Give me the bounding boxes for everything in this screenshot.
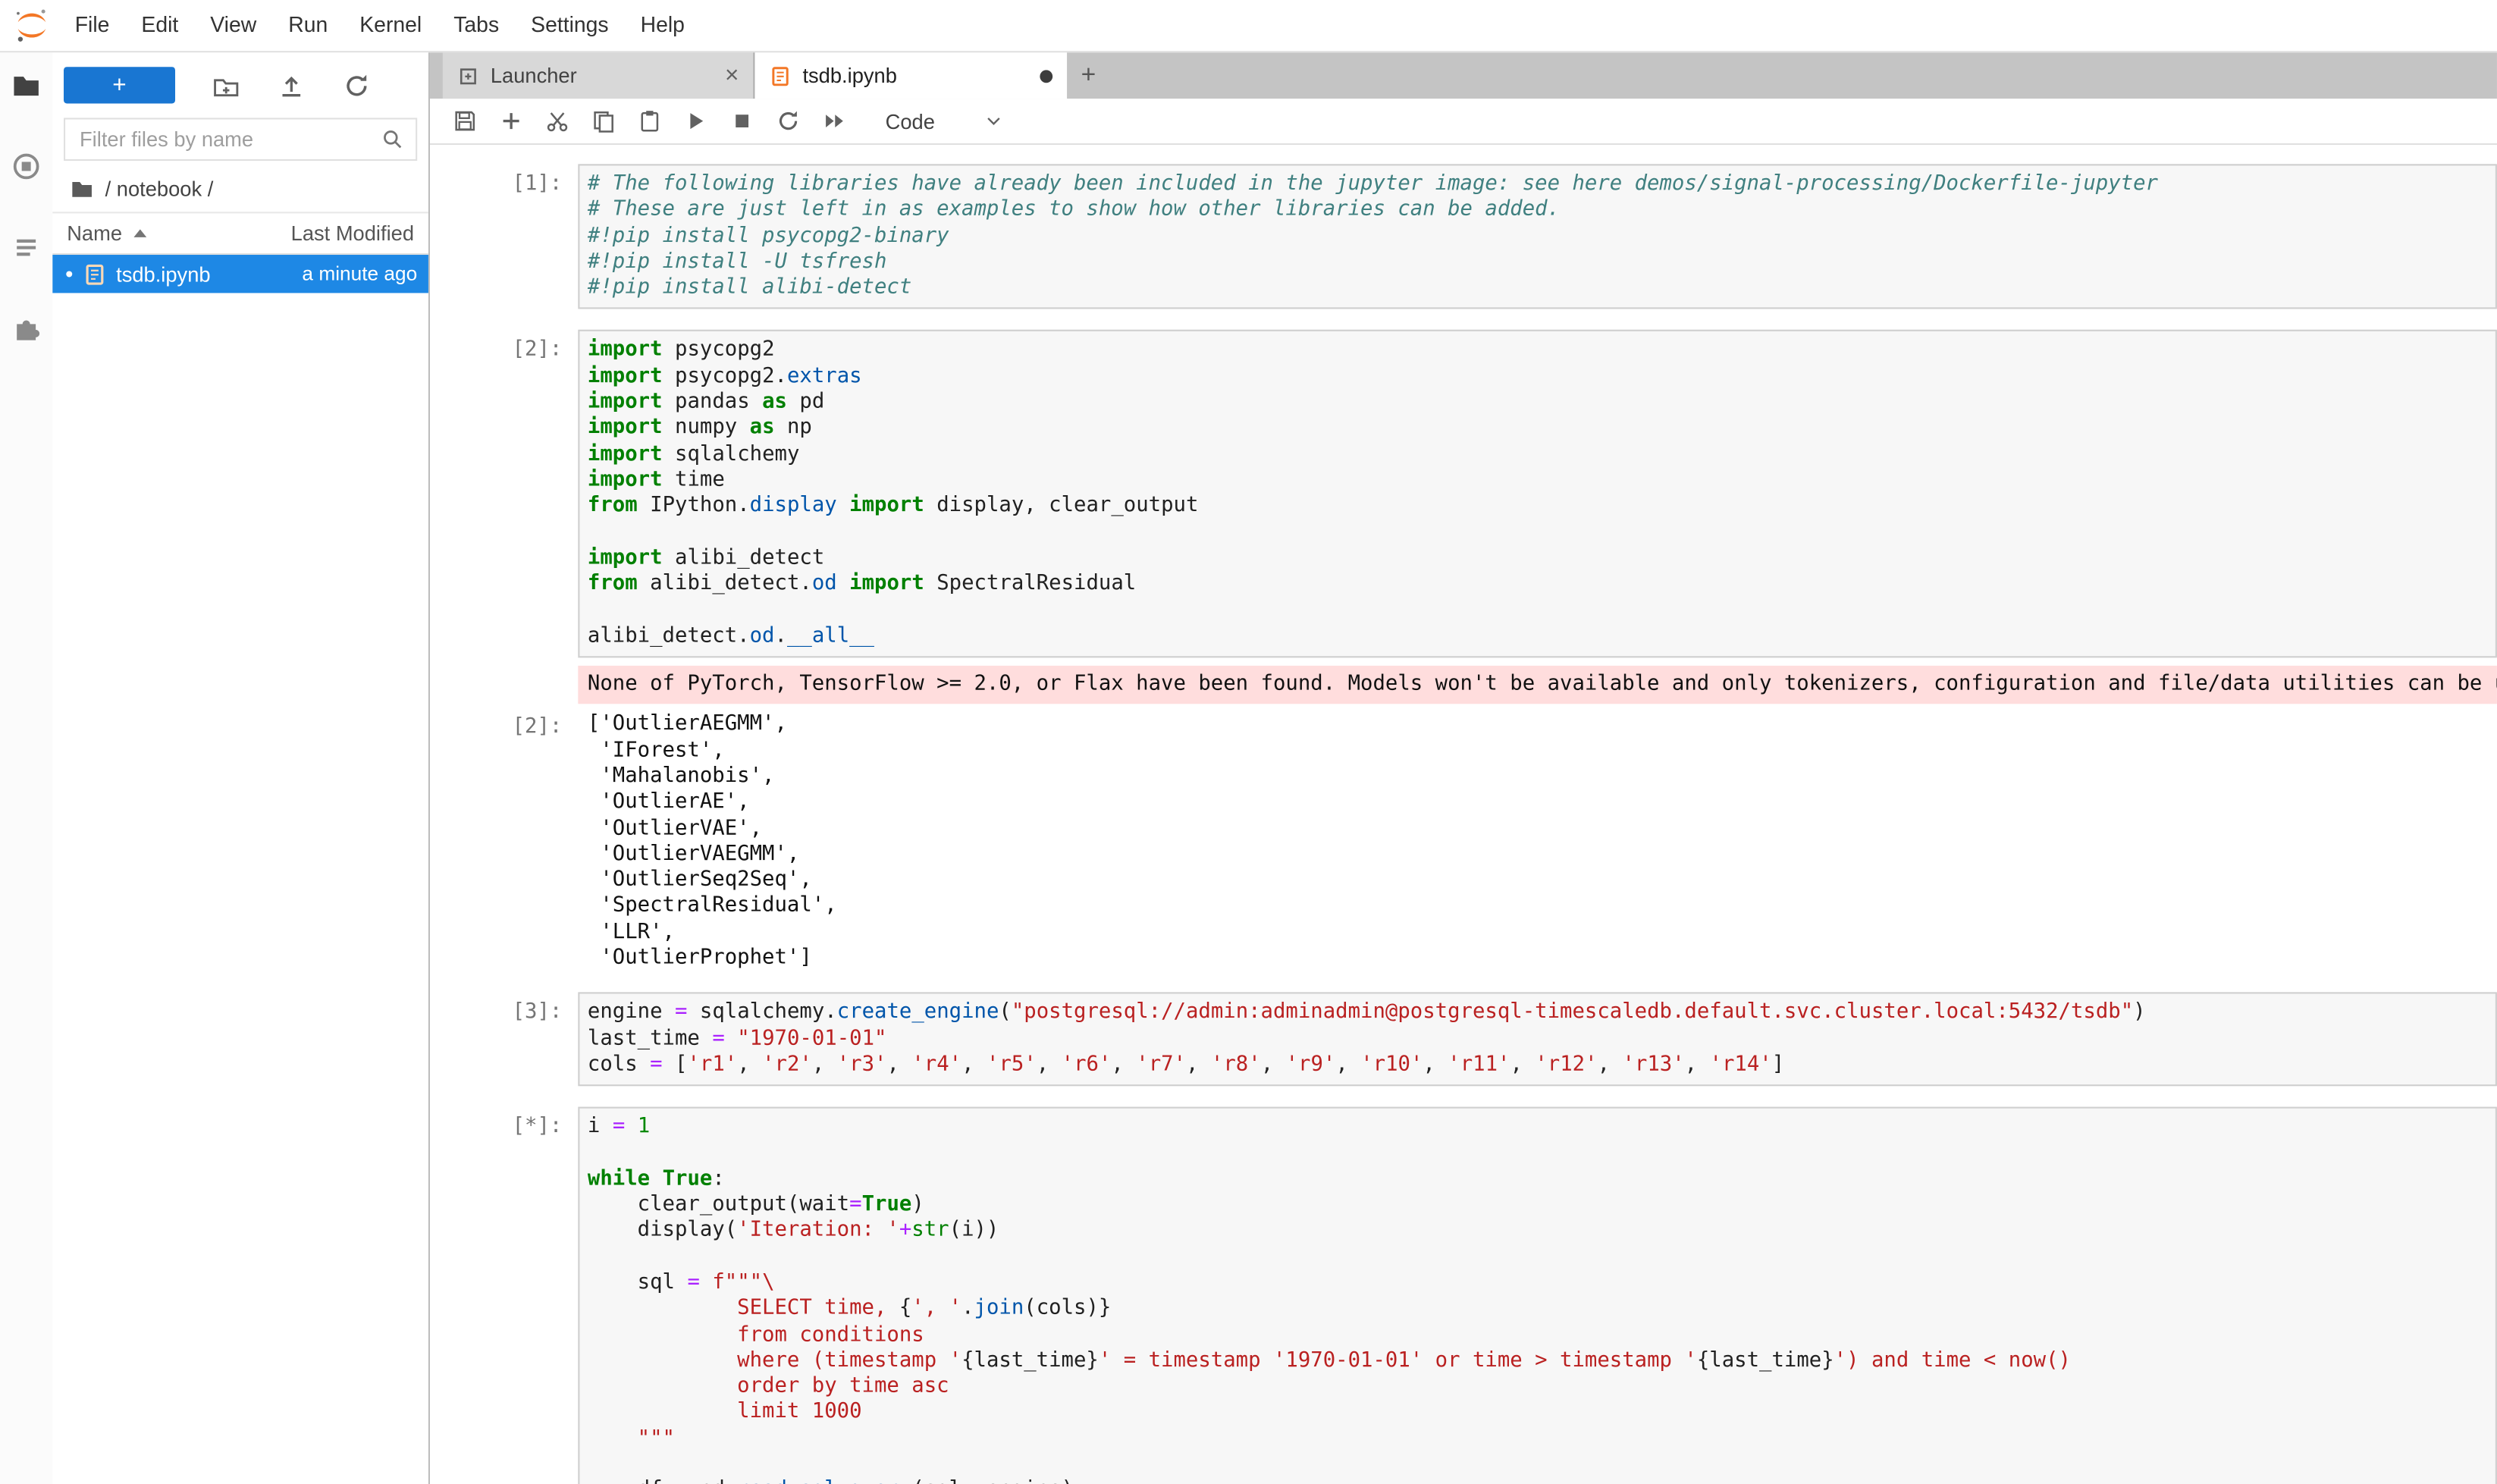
restart-button[interactable]: [773, 104, 805, 139]
menu-bar-items: FileEditViewRunKernelTabsSettingsHelp: [59, 0, 701, 51]
dock-tab-bar: Launcher × tsdb.ipynb +: [430, 52, 2497, 99]
run-button[interactable]: [680, 104, 712, 139]
file-browser-panel: + / notebook / Name Last Modified: [52, 52, 430, 1484]
stop-button[interactable]: [726, 104, 758, 139]
jupyter-logo-icon: [13, 6, 51, 44]
file-list-header: Name Last Modified: [52, 212, 428, 255]
notebook-cell-area: [1]:# The following libraries have alrea…: [430, 145, 2497, 1484]
file-filter-box: [64, 118, 417, 161]
breadcrumb-path[interactable]: / notebook /: [105, 177, 214, 201]
output-prompt: [430, 666, 578, 704]
sort-ascending-icon: [133, 229, 146, 237]
cut-button[interactable]: [541, 104, 573, 139]
file-browser-toolbar: +: [52, 52, 428, 115]
left-activity-bar: [0, 52, 52, 1484]
copy-button[interactable]: [588, 104, 620, 139]
column-header-name[interactable]: Name: [67, 221, 122, 246]
menu-bar: FileEditViewRunKernelTabsSettingsHelp: [0, 0, 2497, 52]
run-all-button[interactable]: [818, 104, 850, 139]
file-filter-input[interactable]: [77, 126, 381, 153]
new-folder-icon[interactable]: [212, 71, 240, 99]
chevron-down-icon: [983, 110, 1005, 132]
file-row-tsdb-notebook[interactable]: • tsdb.ipynb a minute ago: [52, 255, 428, 293]
tab-label-launcher: Launcher: [491, 64, 577, 88]
search-icon: [381, 127, 405, 152]
breadcrumb: / notebook /: [52, 172, 428, 212]
cell-type-value: Code: [886, 109, 935, 133]
cell-output: [2]:['OutlierAEGMM', 'IForest', 'Mahalan…: [430, 712, 2497, 971]
unsaved-changes-dot-icon[interactable]: [1040, 69, 1052, 82]
cell-output: None of PyTorch, TensorFlow >= 2.0, or F…: [430, 666, 2497, 704]
cell-editor[interactable]: i = 1 while True: clear_output(wait=True…: [578, 1107, 2497, 1484]
input-prompt: [*]:: [430, 1107, 578, 1484]
jupyterlab-window: FileEditViewRunKernelTabsSettingsHelp + …: [0, 0, 2497, 1484]
code-cell: [3]:engine = sqlalchemy.create_engine("p…: [430, 993, 2497, 1087]
cell-type-dropdown[interactable]: Code: [886, 109, 1005, 133]
menu-kernel[interactable]: Kernel: [343, 0, 438, 51]
save-button[interactable]: [449, 104, 481, 139]
menu-edit[interactable]: Edit: [125, 0, 194, 51]
tab-label-tsdb: tsdb.ipynb: [802, 64, 896, 88]
execute-result-output: ['OutlierAEGMM', 'IForest', 'Mahalanobis…: [578, 712, 2497, 971]
code-cell: [1]:# The following libraries have alrea…: [430, 164, 2497, 309]
tab-tsdb-notebook[interactable]: tsdb.ipynb: [754, 52, 1067, 99]
menu-help[interactable]: Help: [625, 0, 701, 51]
cell-editor[interactable]: # The following libraries have already b…: [578, 164, 2497, 309]
menu-run[interactable]: Run: [272, 0, 343, 51]
launcher-icon: [457, 64, 479, 86]
table-of-contents-icon[interactable]: [11, 233, 42, 263]
modified-dot-indicator: •: [65, 263, 73, 285]
notebook-icon: [769, 64, 791, 86]
input-prompt: [2]:: [430, 331, 578, 658]
code-cell: [2]:import psycopg2import psycopg2.extra…: [430, 331, 2497, 658]
cell-editor[interactable]: engine = sqlalchemy.create_engine("postg…: [578, 993, 2497, 1087]
output-prompt: [2]:: [430, 712, 578, 971]
new-launcher-button[interactable]: +: [64, 67, 175, 103]
upload-icon[interactable]: [277, 71, 306, 99]
close-tab-icon[interactable]: ×: [725, 64, 739, 88]
dock-panel: Launcher × tsdb.ipynb + Code [1]:# The f…: [430, 52, 2497, 1484]
menu-view[interactable]: View: [194, 0, 272, 51]
input-prompt: [3]:: [430, 993, 578, 1087]
paste-button[interactable]: [634, 104, 666, 139]
extensions-icon[interactable]: [11, 314, 42, 344]
running-sessions-icon[interactable]: [11, 152, 42, 182]
column-header-last-modified[interactable]: Last Modified: [291, 221, 414, 246]
notebook-toolbar: Code: [430, 99, 2497, 145]
menu-tabs[interactable]: Tabs: [438, 0, 515, 51]
stderr-warning-output: None of PyTorch, TensorFlow >= 2.0, or F…: [578, 666, 2497, 704]
code-cell: [*]:i = 1 while True: clear_output(wait=…: [430, 1107, 2497, 1484]
notebook-file-icon: [83, 262, 107, 286]
insert-cell-button[interactable]: [495, 104, 527, 139]
file-last-modified: a minute ago: [302, 263, 417, 285]
file-name: tsdb.ipynb: [116, 262, 210, 286]
home-folder-icon[interactable]: [70, 177, 94, 201]
menu-settings[interactable]: Settings: [515, 0, 624, 51]
menu-file[interactable]: File: [59, 0, 126, 51]
new-tab-button[interactable]: +: [1067, 52, 1110, 99]
refresh-icon[interactable]: [343, 71, 372, 99]
cell-editor[interactable]: import psycopg2import psycopg2.extrasimp…: [578, 331, 2497, 658]
tab-launcher[interactable]: Launcher ×: [443, 52, 755, 99]
file-browser-icon[interactable]: [11, 70, 42, 100]
input-prompt: [1]:: [430, 164, 578, 309]
